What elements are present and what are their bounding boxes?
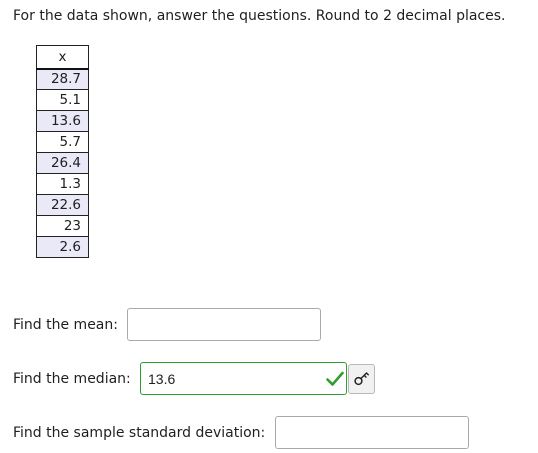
table-row: 26.4	[36, 152, 89, 174]
table-row: 5.7	[36, 131, 89, 153]
table-row: 2.6	[36, 236, 89, 258]
table-row: 13.6	[36, 110, 89, 132]
table-cell: 13.6	[36, 110, 89, 132]
table-row: 28.7	[36, 68, 89, 90]
key-button[interactable]	[348, 364, 375, 394]
table-cell: 5.1	[36, 89, 89, 111]
table-cell: 23	[36, 215, 89, 237]
data-table: x 28.7 5.1 13.6 5.7 26.4 1.3 22.6 23 2.6	[36, 45, 89, 258]
table-row: 5.1	[36, 89, 89, 111]
median-label: Find the median:	[13, 371, 131, 387]
key-icon	[354, 372, 369, 386]
table-row: 1.3	[36, 173, 89, 195]
median-input[interactable]	[140, 362, 347, 395]
table-header-row: x	[36, 45, 89, 70]
column-header-x: x	[36, 45, 89, 70]
instructions-text: For the data shown, answer the questions…	[13, 8, 506, 24]
table-cell: 22.6	[36, 194, 89, 216]
table-row: 22.6	[36, 194, 89, 216]
mean-input[interactable]	[127, 308, 321, 341]
check-icon	[326, 371, 344, 386]
table-cell: 26.4	[36, 152, 89, 174]
mean-label: Find the mean:	[13, 317, 118, 333]
table-cell: 28.7	[36, 68, 89, 90]
sd-input[interactable]	[275, 416, 469, 449]
sd-label: Find the sample standard deviation:	[13, 425, 266, 441]
table-cell: 2.6	[36, 236, 89, 258]
table-row: 23	[36, 215, 89, 237]
table-cell: 1.3	[36, 173, 89, 195]
table-cell: 5.7	[36, 131, 89, 153]
